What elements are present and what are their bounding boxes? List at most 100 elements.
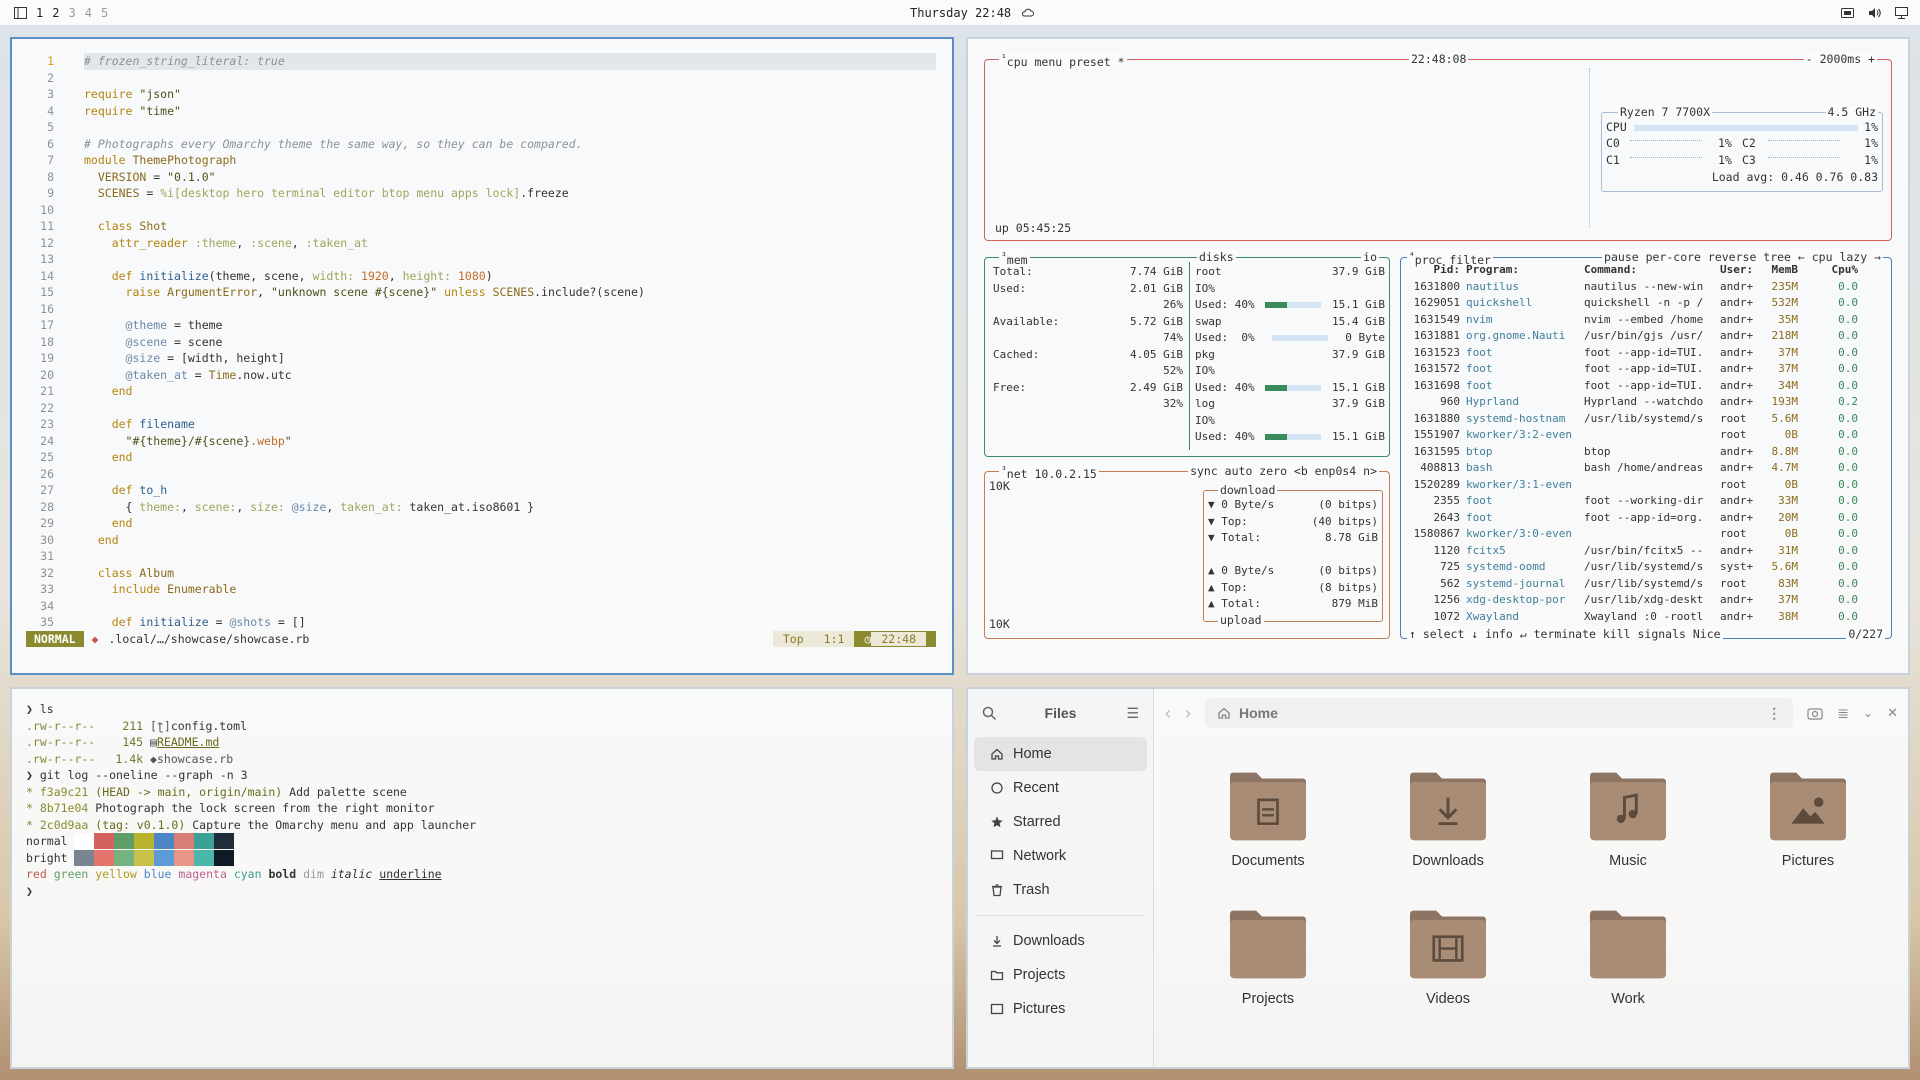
folder-music[interactable]: Music [1573, 769, 1683, 869]
new-folder-icon[interactable] [1807, 706, 1823, 721]
proc-row[interactable]: 1551907 kworker/3:2-even root 0B 0.0 [1407, 427, 1885, 444]
code-line[interactable]: 24 "#{theme}/#{scene}.webp" [32, 433, 936, 450]
code-line[interactable]: 27 def to_h [32, 482, 936, 499]
workspace-2[interactable]: 2 [52, 6, 59, 20]
folder-documents[interactable]: Documents [1213, 769, 1323, 869]
sidebar-item-projects[interactable]: Projects [968, 958, 1153, 992]
files-window[interactable]: Files ☰ Home Recent Starred Network Trash Do… [966, 687, 1910, 1069]
weather-cloud-icon[interactable] [1021, 7, 1035, 19]
code-line[interactable]: 25 end [32, 449, 936, 466]
code-line[interactable]: 15 raise ArgumentError, "unknown scene #… [32, 284, 936, 301]
code-line[interactable]: 11 class Shot [32, 218, 936, 235]
code-line[interactable]: 30 end [32, 532, 936, 549]
code-line[interactable]: 22 [32, 400, 936, 417]
view-list-icon[interactable]: ≣ [1837, 705, 1849, 722]
code-line[interactable]: 34 [32, 598, 936, 615]
proc-header-cmd[interactable]: Command: [1581, 262, 1717, 279]
proc-row[interactable]: 1072 Xwayland Xwayland :0 -rootl andr+ 38M 0.… [1407, 609, 1885, 626]
folder-pictures[interactable]: Pictures [1753, 769, 1863, 869]
proc-row[interactable]: 1256 xdg-desktop-por/usr/lib/xdg-deskt and… [1407, 592, 1885, 609]
code-line[interactable]: 8 VERSION = "0.1.0" [32, 169, 936, 186]
sidebar-item-downloads[interactable]: Downloads [968, 924, 1153, 958]
code-line[interactable]: 23 def filename [32, 416, 936, 433]
btop-window[interactable]: ¹cpu menu preset * 22:48:08 - 2000ms + R… [966, 37, 1910, 675]
sidebar-item-starred[interactable]: Starred [968, 805, 1153, 839]
proc-row[interactable]: 1629051 quickshell quickshell -n -p / andr+… [1407, 295, 1885, 312]
folder-videos[interactable]: Videos [1393, 907, 1503, 1007]
proc-header-cpu[interactable]: Cpu% [1801, 262, 1861, 279]
workspace-1[interactable]: 1 [36, 6, 43, 20]
code-line[interactable]: 14 def initialize(theme, scene, width: 1… [32, 268, 936, 285]
code-line[interactable]: 19 @size = [width, height] [32, 350, 936, 367]
proc-footer[interactable]: ↑ select ↓ info ↵ terminate kill signals… [1407, 627, 1723, 641]
proc-row[interactable]: 1580867 kworker/3:0-even root 0B 0.0 [1407, 526, 1885, 543]
sidebar-item-pictures[interactable]: Pictures [968, 992, 1153, 1026]
proc-header-prog[interactable]: Program: [1463, 262, 1581, 279]
proc-row[interactable]: 2355 foot foot --working-dir andr+ 33M 0.0 [1407, 493, 1885, 510]
proc-row[interactable]: 960 Hyprland Hyprland --watchdo andr+ 193M 0.… [1407, 394, 1885, 411]
proc-row[interactable]: 408813 bash bash /home/andreas andr+ 4.7M 0.0 [1407, 460, 1885, 477]
sidebar-item-network[interactable]: Network [968, 839, 1153, 873]
proc-row[interactable]: 1631698 foot foot --app-id=TUI. andr+ 34M 0.0 [1407, 378, 1885, 395]
back-button[interactable]: ‹ [1165, 703, 1171, 724]
cpu-box-title[interactable]: ¹cpu menu preset * [999, 52, 1127, 69]
code-line[interactable]: 10 [32, 202, 936, 219]
code-line[interactable]: 33 include Enumerable [32, 581, 936, 598]
code-line[interactable]: 16 [32, 301, 936, 318]
io-title[interactable]: io [1361, 250, 1379, 264]
close-icon[interactable]: ✕ [1887, 705, 1898, 721]
code-line[interactable]: 12 attr_reader :theme, :scene, :taken_at [32, 235, 936, 252]
code-line[interactable]: 4 require "time" [32, 103, 936, 120]
proc-header-pid[interactable]: Pid: [1407, 262, 1463, 279]
code-line[interactable]: 1 # frozen_string_literal: true [32, 53, 936, 70]
network-icon[interactable] [1895, 6, 1908, 19]
proc-row[interactable]: 1631880 systemd-hostnam/usr/lib/systemd/s… [1407, 411, 1885, 428]
folder-work[interactable]: Work [1573, 907, 1683, 1007]
code-line[interactable]: 26 [32, 466, 936, 483]
menu-tab[interactable]: menu [1035, 55, 1063, 69]
code-line[interactable]: 32 class Album [32, 565, 936, 582]
editor-window[interactable]: 1 # frozen_string_literal: true 2 3 require … [10, 37, 954, 675]
proc-row[interactable]: 1520289 kworker/3:1-even root 0B 0.0 [1407, 477, 1885, 494]
code-line[interactable]: 7 module ThemePhotograph [32, 152, 936, 169]
code-area[interactable]: 1 # frozen_string_literal: true 2 3 require … [32, 53, 936, 631]
screen-record-icon[interactable] [1841, 7, 1854, 19]
folder-downloads[interactable]: Downloads [1393, 769, 1503, 869]
location-bar[interactable]: Home ⋮ [1205, 698, 1794, 728]
location-menu-icon[interactable]: ⋮ [1767, 705, 1781, 722]
volume-icon[interactable] [1868, 7, 1881, 19]
folder-projects[interactable]: Projects [1213, 907, 1323, 1007]
code-line[interactable]: 31 [32, 548, 936, 565]
proc-row[interactable]: 562 systemd-journal/usr/lib/systemd/s root… [1407, 576, 1885, 593]
sidebar-item-recent[interactable]: Recent [968, 771, 1153, 805]
code-line[interactable]: 9 SCENES = %i[desktop hero terminal edit… [32, 185, 936, 202]
workspace-3[interactable]: 3 [68, 6, 75, 20]
proc-row[interactable]: 1631595 btop btop andr+ 8.8M 0.0 [1407, 444, 1885, 461]
view-options-chevron-icon[interactable]: ⌄ [1863, 706, 1873, 720]
code-line[interactable]: 35 def initialize = @shots = [] [32, 614, 936, 631]
proc-row[interactable]: 1631549 nvim nvim --embed /home andr+ 35M 0.0 [1407, 312, 1885, 329]
proc-row[interactable]: 725 systemd-oomd/usr/lib/systemd/s syst+ 5.… [1407, 559, 1885, 576]
disks-title[interactable]: disks [1197, 250, 1236, 264]
update-interval[interactable]: - 2000ms + [1803, 52, 1877, 66]
code-line[interactable]: 5 [32, 119, 936, 136]
sidebar-item-trash[interactable]: Trash [968, 873, 1153, 907]
sidebar-item-home[interactable]: Home [974, 737, 1147, 771]
code-line[interactable]: 21 end [32, 383, 936, 400]
clock[interactable]: Thursday 22:48 [910, 6, 1011, 20]
net-options[interactable]: sync auto zero <b enp0s4 n> [1188, 464, 1379, 478]
cpu-tab[interactable]: cpu [1007, 55, 1028, 69]
proc-row[interactable]: 1631572 foot foot --app-id=TUI. andr+ 37M 0.0 [1407, 361, 1885, 378]
proc-row[interactable]: 1120 fcitx5/usr/bin/fcitx5 -- andr+ 31M 0.0 [1407, 543, 1885, 560]
app-launcher-icon[interactable] [14, 6, 27, 19]
forward-button[interactable]: › [1185, 703, 1191, 724]
hamburger-menu-icon[interactable]: ☰ [1126, 705, 1139, 722]
code-line[interactable]: 17 @theme = theme [32, 317, 936, 334]
proc-row[interactable]: 1631800 nautilus nautilus --new-win andr+ 23… [1407, 279, 1885, 296]
code-line[interactable]: 6 # Photographs every Omarchy theme the s… [32, 136, 936, 153]
workspace-5[interactable]: 5 [101, 6, 108, 20]
proc-row[interactable]: 2643 foot foot --app-id=org. andr+ 20M 0.0 [1407, 510, 1885, 527]
workspace-4[interactable]: 4 [85, 6, 92, 20]
code-line[interactable]: 18 @scene = scene [32, 334, 936, 351]
terminal-window[interactable]: ❯ ls .rw-r--r-- 211 [ʈ]config.toml .rw-r--… [10, 687, 954, 1069]
